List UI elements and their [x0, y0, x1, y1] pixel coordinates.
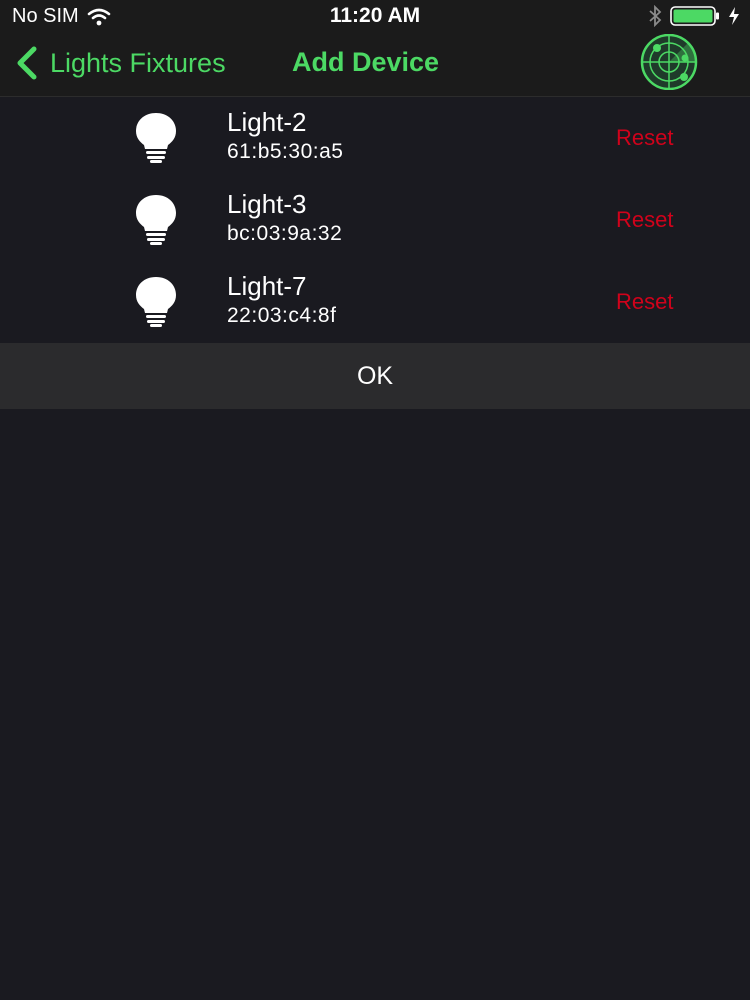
- device-name: Light-3: [227, 189, 307, 219]
- status-bar: No SIM 11:20 AM: [0, 0, 750, 32]
- back-label: Lights Fixtures: [50, 47, 226, 78]
- reset-button[interactable]: Reset: [616, 207, 673, 233]
- reset-button[interactable]: Reset: [616, 289, 673, 315]
- light-bulb-icon: [136, 113, 176, 163]
- charging-icon: [729, 7, 739, 25]
- screen: No SIM 11:20 AM Lights Fixtures Add Devi…: [0, 0, 750, 1000]
- status-right: [648, 5, 740, 27]
- bluetooth-icon: [649, 5, 662, 27]
- device-row[interactable]: Light-2 61:b5:30:a5 Reset: [0, 97, 750, 179]
- nav-bar: Lights Fixtures Add Device: [0, 32, 750, 97]
- ok-button[interactable]: OK: [0, 343, 750, 409]
- page-title: Add Device: [292, 47, 440, 77]
- light-bulb-icon: [136, 195, 176, 245]
- light-bulb-icon: [136, 277, 176, 327]
- back-button[interactable]: Lights Fixtures: [14, 46, 226, 80]
- device-mac: 61:b5:30:a5: [227, 140, 344, 163]
- status-time: 11:20 AM: [329, 4, 421, 27]
- chevron-left-icon: [17, 46, 37, 80]
- ok-label: OK: [356, 361, 394, 390]
- reset-button[interactable]: Reset: [616, 125, 673, 151]
- device-mac: bc:03:9a:32: [227, 222, 343, 245]
- device-name: Light-2: [227, 107, 307, 137]
- device-list: Light-2 61:b5:30:a5 Reset Light-3 bc:03:…: [0, 97, 750, 343]
- device-row[interactable]: Light-7 22:03:c4:8f Reset: [0, 261, 750, 343]
- battery-icon: [670, 6, 719, 26]
- device-row[interactable]: Light-3 bc:03:9a:32 Reset: [0, 179, 750, 261]
- device-mac: 22:03:c4:8f: [227, 304, 337, 327]
- device-name: Light-7: [227, 271, 307, 301]
- radar-icon[interactable]: [632, 34, 706, 90]
